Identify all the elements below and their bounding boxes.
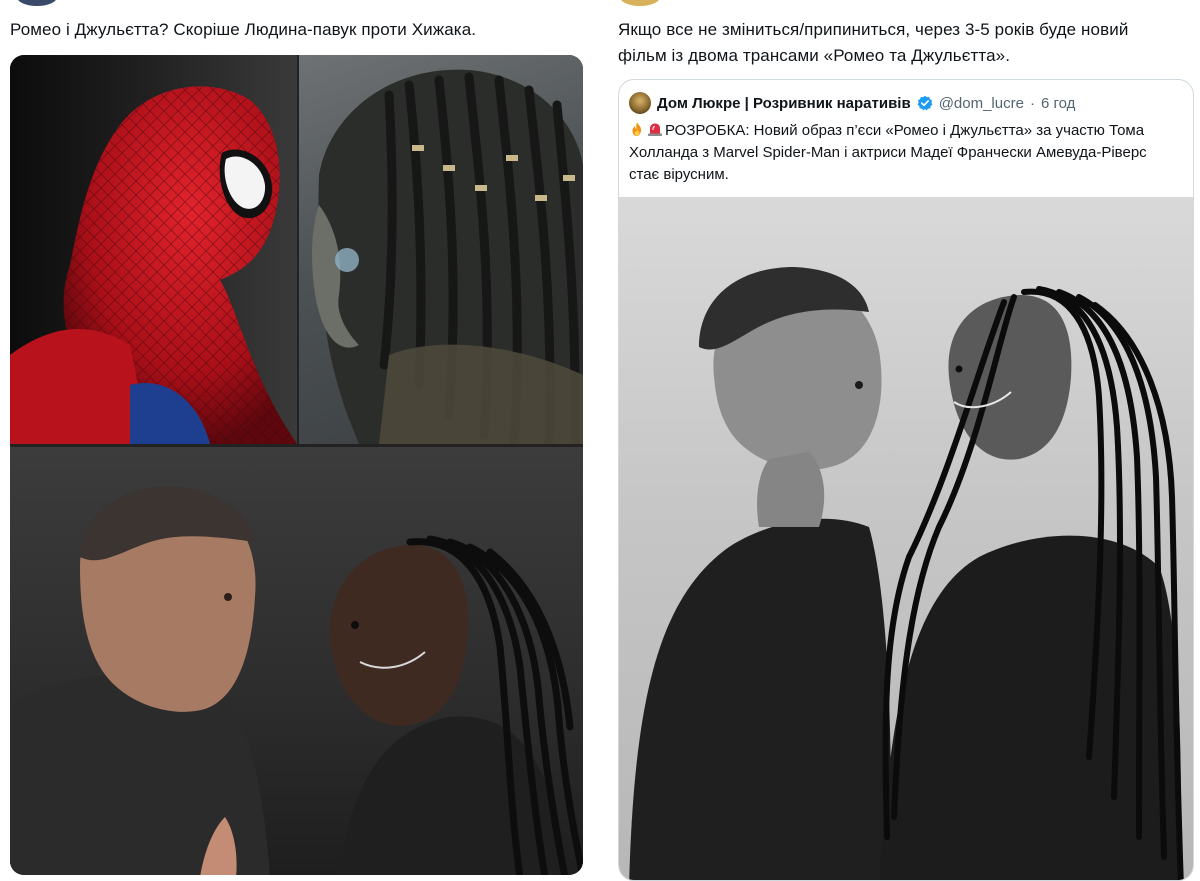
quote-tweet-card[interactable]: Дом Люкре | Розривник наративів @dom_luc…: [618, 79, 1194, 881]
quote-author-avatar[interactable]: [629, 92, 651, 114]
quote-timestamp[interactable]: 6 год: [1041, 95, 1075, 112]
siren-icon: [647, 121, 663, 137]
separator-dot: ·: [1029, 94, 1035, 112]
verified-badge-icon: [917, 95, 933, 111]
quote-body-text: РОЗРОБКА: Новий образ п’єси «Ромео і Джу…: [629, 122, 1147, 183]
predator-panel[interactable]: [299, 55, 583, 444]
rehearsal-photo-left[interactable]: [10, 447, 583, 875]
tweet-text-right: Якщо все не зміниться/припиниться, через…: [618, 20, 1129, 65]
quote-author-name[interactable]: Дом Люкре | Розривник наративів: [657, 95, 911, 112]
quote-header: Дом Люкре | Розривник наративів @dom_luc…: [629, 92, 1075, 114]
quote-author-handle[interactable]: @dom_lucre: [939, 95, 1024, 112]
rehearsal-photo-bw[interactable]: [619, 197, 1193, 880]
quote-body: РОЗРОБКА: Новий образ п’єси «Ромео і Джу…: [629, 120, 1179, 186]
author-avatar-left[interactable]: [17, 0, 57, 6]
spider-man-panel[interactable]: [10, 55, 297, 444]
tweet-text-left: Ромео і Джульєтта? Скоріше Людина-павук …: [10, 20, 477, 39]
tweet-media-collage[interactable]: [10, 55, 583, 875]
fire-icon: [629, 121, 645, 137]
author-avatar-right[interactable]: [620, 0, 660, 6]
